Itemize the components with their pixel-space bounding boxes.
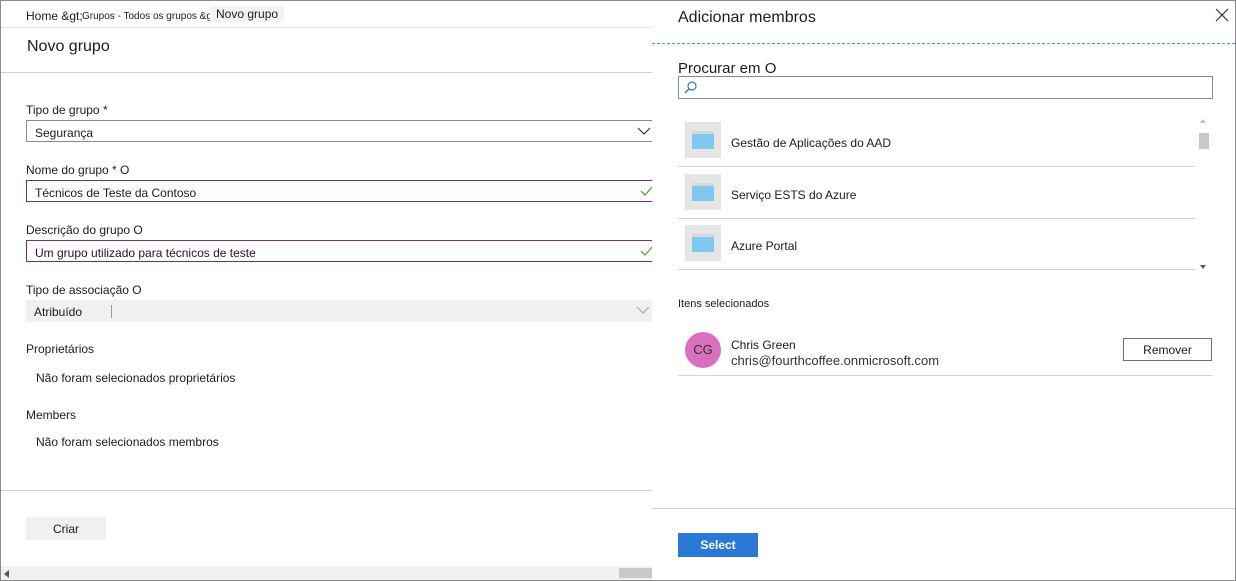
members-label: Members <box>26 408 77 422</box>
group-name-field[interactable]: Técnicos de Teste da Contoso <box>26 180 666 202</box>
app-window-icon <box>685 225 721 261</box>
breadcrumb-home[interactable]: Home &gt; <box>26 9 83 23</box>
remove-button[interactable]: Remover <box>1123 338 1212 361</box>
scroll-down-icon[interactable] <box>1200 265 1206 269</box>
app-name: Azure Portal <box>731 239 798 253</box>
member-name: Chris Green <box>731 338 796 352</box>
membership-type-label: Tipo de associação O <box>26 283 142 297</box>
search-input[interactable] <box>678 76 1213 99</box>
results-list: Gestão de Aplicações do AAD Serviço ESTS… <box>678 115 1213 275</box>
group-description-label: Descrição do grupo O <box>26 223 143 237</box>
add-members-panel: Adicionar membros Procurar em O Gestão d… <box>652 1 1235 580</box>
selected-items-label: Itens selecionados <box>678 298 770 310</box>
app-window-icon <box>685 174 721 210</box>
scrollbar-thumb[interactable] <box>619 568 652 578</box>
avatar: CG <box>685 332 721 368</box>
membership-type-select[interactable]: Atribuído <box>26 300 666 322</box>
member-email: chris@fourthcoffee.onmicrosoft.com <box>731 353 940 368</box>
app-window-icon <box>685 122 721 158</box>
breadcrumb-current: Novo grupo <box>210 6 285 22</box>
vertical-scrollbar[interactable] <box>1195 115 1213 275</box>
members-link[interactable]: Não foram selecionados membros <box>36 435 219 449</box>
list-item[interactable]: Serviço ESTS do Azure <box>678 167 1195 219</box>
breadcrumb-groups[interactable]: Grupos - Todos os grupos &gt; <box>82 11 217 22</box>
divider <box>1 490 652 491</box>
owners-link[interactable]: Não foram selecionados proprietários <box>36 371 235 385</box>
chevron-down-icon <box>637 127 651 135</box>
divider <box>652 508 1235 509</box>
create-button[interactable]: Criar <box>26 517 106 540</box>
group-type-value: Segurança <box>35 126 94 140</box>
list-item[interactable]: Gestão de Aplicações do AAD <box>678 115 1195 167</box>
group-description-field[interactable]: Um grupo utilizado para técnicos de test… <box>26 240 666 262</box>
app-name: Gestão de Aplicações do AAD <box>731 136 892 150</box>
chevron-down-icon <box>636 306 650 314</box>
group-type-label: Tipo de grupo * <box>26 103 108 117</box>
selected-member-row: CG Chris Green chris@fourthcoffee.onmicr… <box>678 326 1213 376</box>
group-name-value: Técnicos de Teste da Contoso <box>35 186 197 200</box>
membership-type-value: Atribuído <box>34 305 83 319</box>
group-type-select[interactable]: Segurança <box>26 120 666 142</box>
scroll-up-icon[interactable] <box>1200 119 1206 123</box>
divider <box>1 72 652 73</box>
scrollbar-thumb[interactable] <box>1199 133 1209 149</box>
scroll-left-icon[interactable] <box>4 570 9 578</box>
panel-title: Adicionar membros <box>678 9 816 26</box>
divider <box>652 43 1235 44</box>
close-icon[interactable] <box>1215 8 1229 22</box>
list-item[interactable]: Azure Portal <box>678 218 1195 270</box>
horizontal-scrollbar[interactable] <box>1 566 652 580</box>
search-icon <box>684 81 697 94</box>
new-group-pane: Home &gt; Grupos - Todos os grupos &gt; … <box>1 1 666 580</box>
text-cursor <box>111 305 112 318</box>
search-label: Procurar em O <box>678 60 777 77</box>
select-button[interactable]: Select <box>678 533 758 557</box>
page-title: Novo grupo <box>27 38 110 55</box>
breadcrumb: Home &gt; Grupos - Todos os grupos &gt; … <box>1 1 652 28</box>
owners-label: Proprietários <box>26 342 95 356</box>
app-name: Serviço ESTS do Azure <box>731 188 857 202</box>
group-name-label: Nome do grupo * O <box>26 163 130 177</box>
window: Home &gt; Grupos - Todos os grupos &gt; … <box>0 0 1236 581</box>
group-description-value: Um grupo utilizado para técnicos de test… <box>35 246 256 260</box>
